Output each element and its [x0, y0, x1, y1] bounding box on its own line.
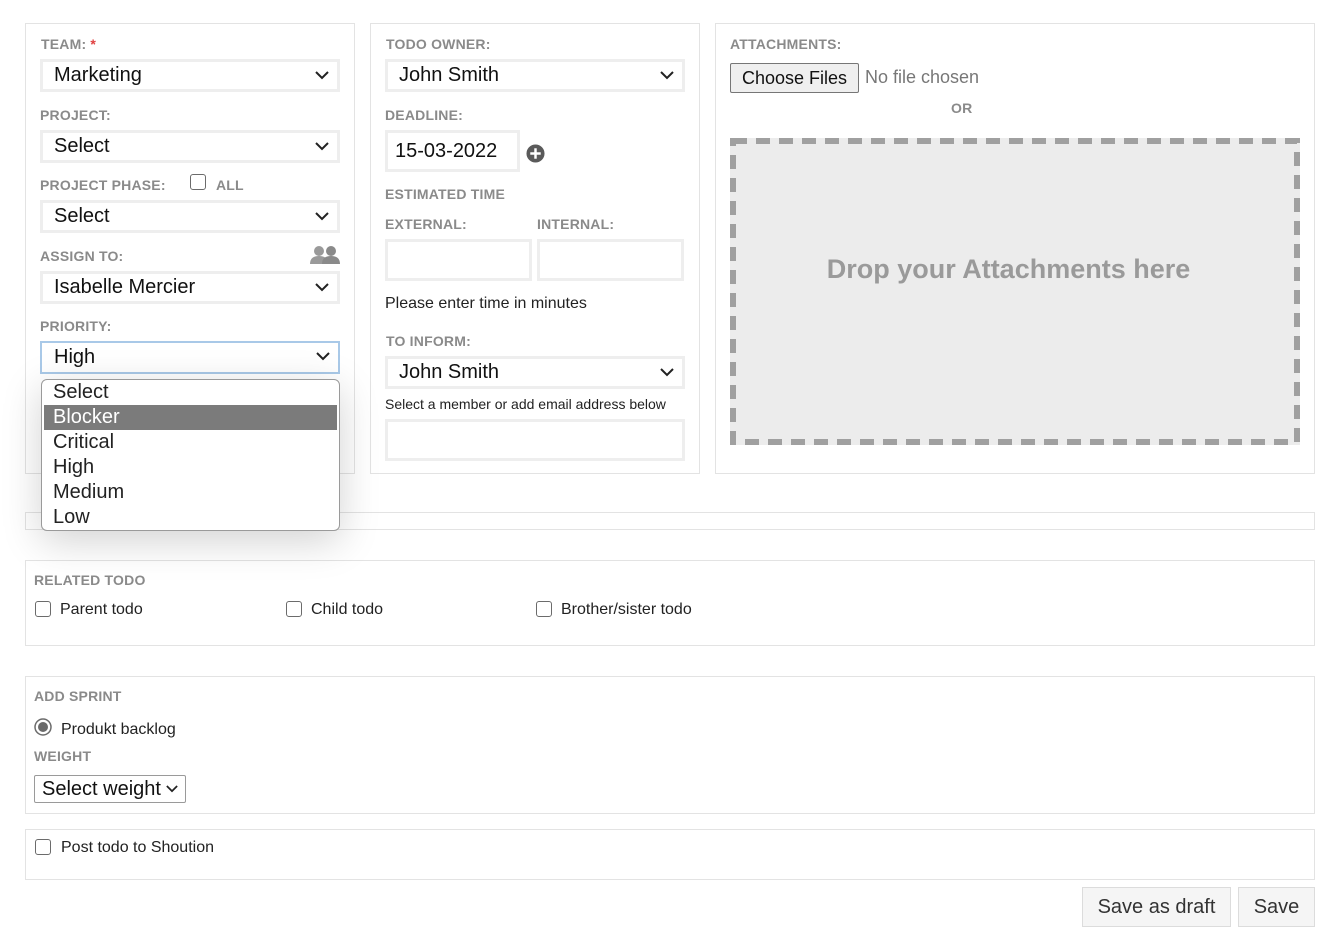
weight-label: WEIGHT: [34, 748, 92, 764]
team-label-text: TEAM:: [41, 36, 87, 52]
to-inform-select-value: John Smith: [399, 361, 500, 383]
parent-todo-label: Parent todo: [60, 601, 143, 618]
save-label: Save: [1253, 896, 1300, 918]
priority-option-blocker[interactable]: Blocker: [44, 405, 337, 430]
produkt-backlog-label: Produkt backlog: [61, 721, 176, 738]
project-phase-label: PROJECT PHASE:: [40, 177, 166, 193]
or-label: OR: [951, 100, 973, 116]
drop-zone[interactable]: Drop your Attachments here: [730, 138, 1300, 445]
project-select[interactable]: Select: [40, 130, 340, 163]
todo-owner-label: TODO OWNER:: [386, 36, 491, 52]
required-mark: *: [90, 36, 97, 52]
assign-to-select[interactable]: Isabelle Mercier: [40, 271, 340, 304]
deadline-input-value: 15-03-2022: [395, 140, 498, 162]
produkt-backlog-radio[interactable]: [34, 718, 52, 736]
priority-option-select[interactable]: Select: [42, 380, 339, 405]
priority-dropdown-list: Select Blocker Critical High Medium Low: [41, 379, 340, 531]
related-todo-label: RELATED TODO: [34, 572, 146, 588]
chevron-down-icon: [166, 785, 178, 793]
time-hint: Please enter time in minutes: [385, 295, 587, 312]
child-todo-checkbox[interactable]: [286, 601, 302, 617]
team-label: TEAM: *: [41, 36, 96, 52]
to-inform-select[interactable]: John Smith: [385, 356, 685, 389]
save-button[interactable]: Save: [1238, 887, 1315, 927]
priority-label: PRIORITY:: [40, 318, 112, 334]
shoution-panel: [25, 829, 1315, 880]
deadline-label: DEADLINE:: [385, 107, 464, 123]
priority-option-critical[interactable]: Critical: [42, 430, 339, 455]
all-phases-label: ALL: [216, 177, 244, 193]
priority-option-low[interactable]: Low: [42, 505, 339, 530]
attachments-label: ATTACHMENTS:: [730, 36, 842, 52]
team-select[interactable]: Marketing: [40, 59, 340, 92]
add-sprint-label: ADD SPRINT: [34, 688, 122, 704]
drop-zone-border: [730, 138, 1300, 445]
assign-to-label: ASSIGN TO:: [40, 248, 124, 264]
project-label: PROJECT:: [40, 107, 111, 123]
internal-time-input[interactable]: [537, 239, 684, 281]
assign-to-select-value: Isabelle Mercier: [54, 276, 196, 298]
project-phase-select[interactable]: Select: [40, 200, 340, 233]
estimated-time-label: ESTIMATED TIME: [385, 186, 505, 202]
internal-label: INTERNAL:: [537, 216, 615, 232]
chevron-down-icon: [315, 71, 329, 80]
child-todo-label: Child todo: [311, 601, 384, 618]
chevron-down-icon: [315, 212, 329, 221]
users-icon[interactable]: [309, 245, 341, 265]
external-label: EXTERNAL:: [385, 216, 467, 232]
save-draft-label: Save as draft: [1097, 896, 1216, 918]
priority-select-value: High: [54, 346, 96, 368]
plus-circle-icon[interactable]: [526, 144, 545, 163]
drop-zone-text: Drop your Attachments here: [826, 254, 1191, 284]
save-draft-button[interactable]: Save as draft: [1082, 887, 1231, 927]
email-input[interactable]: [385, 419, 685, 461]
priority-option-high[interactable]: High: [42, 455, 339, 480]
to-inform-hint: Select a member or add email address bel…: [385, 396, 666, 412]
weight-select[interactable]: Select weight: [34, 775, 186, 803]
team-select-value: Marketing: [54, 64, 142, 86]
no-file-chosen-text: No file chosen: [865, 67, 980, 87]
add-sprint-panel: [25, 676, 1315, 814]
choose-files-button[interactable]: Choose Files: [730, 63, 859, 93]
todo-owner-select[interactable]: John Smith: [385, 59, 685, 92]
chevron-down-icon: [315, 142, 329, 151]
todo-owner-select-value: John Smith: [399, 64, 500, 86]
to-inform-label: TO INFORM:: [386, 333, 471, 349]
all-phases-checkbox[interactable]: [190, 174, 206, 190]
sibling-todo-label: Brother/sister todo: [561, 601, 692, 618]
post-shoution-checkbox[interactable]: [35, 839, 51, 855]
chevron-down-icon: [660, 368, 674, 377]
priority-select[interactable]: High: [40, 341, 340, 374]
chevron-down-icon: [660, 71, 674, 80]
parent-todo-checkbox[interactable]: [35, 601, 51, 617]
external-time-input[interactable]: [385, 239, 532, 281]
choose-files-label: Choose Files: [741, 68, 848, 88]
weight-select-value: Select weight: [42, 778, 161, 800]
deadline-input[interactable]: 15-03-2022: [385, 130, 520, 172]
priority-option-medium[interactable]: Medium: [42, 480, 339, 505]
project-select-value: Select: [54, 135, 110, 157]
chevron-down-icon: [315, 283, 329, 292]
sibling-todo-checkbox[interactable]: [536, 601, 552, 617]
post-shoution-label: Post todo to Shoution: [61, 839, 214, 856]
chevron-down-icon: [316, 352, 330, 361]
project-phase-select-value: Select: [54, 205, 110, 227]
